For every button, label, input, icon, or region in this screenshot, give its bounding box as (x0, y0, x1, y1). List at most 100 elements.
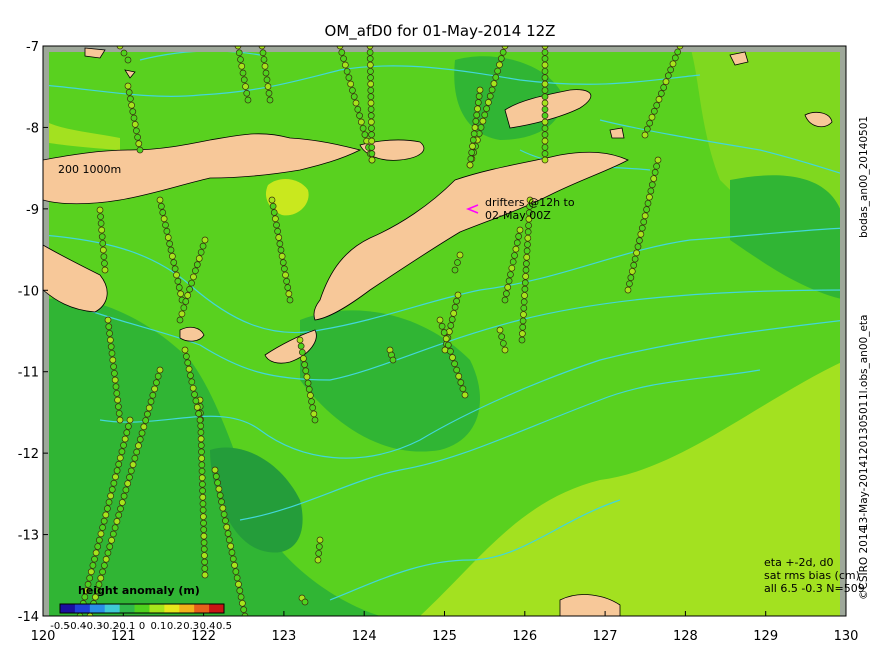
track-sample-circle (641, 212, 649, 220)
track-sample-circle (367, 74, 374, 82)
track-sample-circle (235, 49, 243, 57)
track-sample-circle (474, 99, 482, 106)
track-sample-circle (368, 131, 375, 139)
track-sample-circle (541, 137, 549, 145)
track-sample-circle (505, 277, 513, 285)
track-sample-circle (300, 355, 307, 362)
track-sample-circle (262, 69, 270, 77)
track-sample-circle (94, 543, 102, 550)
stats-line-2: sat rms bias (cm) (764, 569, 860, 582)
track-sample-circle (468, 149, 476, 156)
track-sample-circle (187, 372, 194, 379)
track-sample-circle (86, 574, 94, 582)
track-sample-circle (541, 61, 549, 69)
track-sample-circle (521, 279, 529, 287)
track-sample-circle (444, 341, 452, 349)
track-sample-circle (674, 48, 682, 56)
track-sample-circle (131, 121, 139, 128)
track-sample-circle (224, 530, 232, 537)
track-sample-circle (338, 48, 346, 56)
track-sample-circle (108, 349, 116, 357)
track-sample-circle (112, 473, 119, 481)
track-sample-circle (438, 322, 446, 330)
track-sample-circle (298, 348, 306, 356)
track-sample-circle (149, 391, 157, 399)
track-sample-circle (466, 161, 474, 169)
track-sample-circle (361, 131, 369, 139)
track-sample-circle (315, 549, 323, 557)
colorbar-tick-label: 0.3 (183, 621, 199, 632)
track-sample-circle (368, 150, 376, 158)
track-sample-circle (436, 316, 444, 324)
track-sample-circle (201, 558, 208, 566)
track-sample-circle (630, 261, 638, 269)
track-sample-circle (115, 460, 123, 468)
track-sample-circle (451, 360, 458, 368)
track-sample-circle (301, 361, 308, 368)
track-sample-circle (440, 329, 448, 336)
track-sample-circle (657, 90, 665, 97)
track-sample-circle (199, 242, 207, 250)
track-sample-circle (178, 310, 186, 318)
colorbar-swatch (179, 604, 195, 613)
lat-tick-label: -11 (18, 366, 39, 381)
colorbar-tick-label: -0.1 (116, 621, 136, 632)
track-sample-circle (196, 416, 204, 424)
track-sample-circle (200, 526, 208, 533)
track-sample-circle (296, 336, 304, 344)
track-sample-circle (260, 56, 268, 63)
track-sample-circle (128, 101, 135, 109)
track-sample-circle (282, 271, 289, 279)
track-sample-circle (91, 555, 98, 563)
track-sample-circle (511, 252, 518, 259)
track-sample-circle (177, 290, 184, 298)
track-sample-circle (499, 339, 507, 347)
side-label-bodas: bodas_an00_20140501 (858, 115, 870, 238)
track-sample-circle (134, 133, 141, 141)
track-sample-circle (541, 118, 549, 126)
track-sample-circle (215, 485, 223, 493)
track-sample-circle (315, 543, 323, 551)
track-sample-circle (367, 67, 374, 75)
track-sample-circle (483, 105, 490, 112)
track-sample-circle (99, 246, 107, 254)
track-sample-circle (637, 230, 645, 238)
drifter-note-line-1: drifters @12h to (485, 196, 575, 209)
track-sample-circle (110, 479, 118, 487)
track-sample-circle (200, 545, 208, 553)
track-sample-circle (126, 473, 133, 481)
track-sample-circle (121, 435, 129, 443)
track-sample-circle (524, 234, 532, 242)
track-sample-circle (669, 60, 677, 68)
track-sample-circle (89, 562, 97, 569)
track-sample-circle (356, 112, 363, 120)
track-sample-circle (352, 99, 360, 107)
stats-line-3: all 6.5 -0.3 N=509 (764, 582, 865, 595)
track-sample-circle (174, 277, 182, 285)
track-sample-circle (160, 215, 168, 223)
track-sample-circle (182, 298, 190, 305)
track-sample-circle (117, 505, 124, 513)
track-sample-circle (366, 61, 374, 69)
track-sample-circle (643, 206, 650, 213)
track-sample-circle (541, 99, 549, 107)
track-sample-circle (518, 336, 526, 344)
track-sample-circle (108, 536, 115, 544)
track-sample-circle (454, 259, 461, 266)
track-sample-circle (368, 124, 375, 132)
track-sample-circle (107, 492, 114, 500)
track-sample-circle (447, 322, 455, 329)
colorbar-swatch (89, 604, 106, 613)
track-sample-circle (349, 86, 356, 94)
track-sample-circle (541, 93, 549, 101)
track-sample-circle (227, 542, 235, 550)
track-sample-circle (259, 49, 267, 57)
track-sample-circle (541, 55, 549, 63)
track-sample-circle (102, 511, 110, 519)
track-sample-circle (189, 384, 197, 392)
track-sample-circle (643, 125, 651, 133)
lon-tick-label: 126 (512, 629, 537, 644)
track-sample-circle (264, 83, 272, 90)
track-sample-circle (481, 111, 489, 119)
track-sample-circle (92, 549, 100, 557)
